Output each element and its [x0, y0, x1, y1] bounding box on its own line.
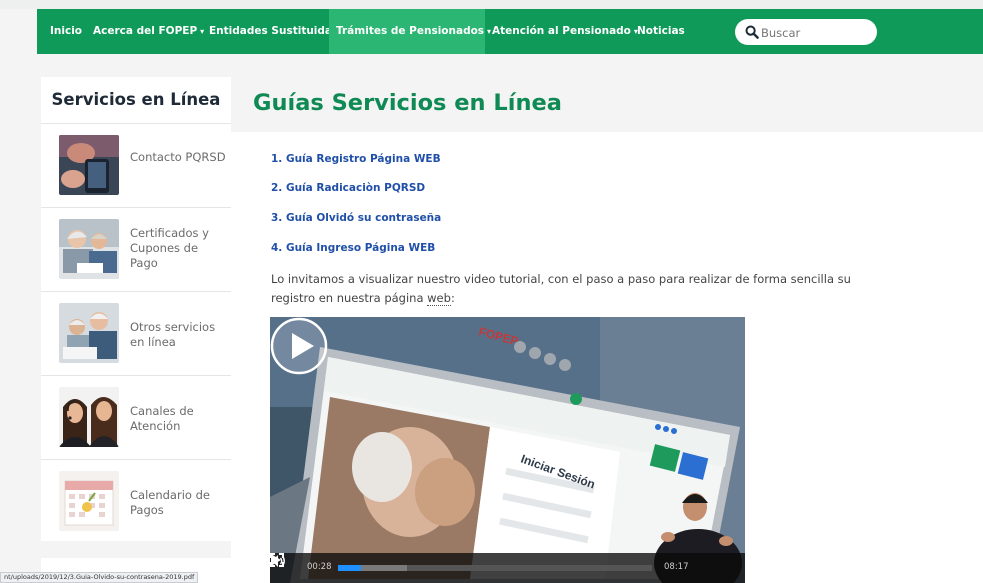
nav-tramites-label: Trámites de Pensionados: [336, 25, 485, 37]
seek-bar[interactable]: [338, 565, 652, 571]
nav-atencion-label: Atención al Pensionado: [492, 25, 631, 37]
sidebar-item-label: Canales de Atención: [130, 404, 194, 433]
sidebar-title: Servicios en Línea: [51, 90, 221, 109]
duration: 08:17: [664, 562, 689, 572]
page-header: Guías Servicios en Línea: [231, 77, 983, 132]
guide-link-radicacion[interactable]: 2. Guía Radicaciòn PQRSD: [271, 182, 425, 194]
nav-noticias-label: Noticias: [637, 25, 685, 37]
nav-tramites-de-pensionados[interactable]: Trámites de Pensionados ▾: [329, 9, 491, 54]
chevron-down-icon: ▾: [200, 27, 205, 36]
guide-link-olvido-contrasena[interactable]: 3. Guía Olvidó su contraseña: [271, 212, 441, 224]
search-input[interactable]: [761, 24, 866, 41]
sidebar-item-label: Calendario de Pagos: [130, 488, 210, 517]
intro-text: Lo invitamos a visualizar nuestro video …: [271, 272, 851, 305]
video-frame-image: FOPEP Iniciar Sesión: [270, 317, 745, 583]
sidebar-item-contacto-pqrsd[interactable]: Contacto PQRSD: [41, 123, 231, 207]
video-player[interactable]: FOPEP Iniciar Sesión 00:28 08:17: [270, 317, 745, 583]
nav-inicio[interactable]: Inicio: [50, 9, 82, 54]
intro-web-abbr: web: [427, 291, 451, 306]
chevron-down-icon: ▾: [487, 27, 492, 36]
sidebar-servicios-en-linea: Servicios en Línea Contacto PQRSD Certif…: [41, 77, 231, 541]
nav-inicio-label: Inicio: [50, 25, 83, 37]
sidebar-item-label: Otros servicios en línea: [130, 320, 216, 349]
canales-thumbnail: [59, 387, 119, 447]
sidebar-item-canales-de-atencion[interactable]: Canales de Atención: [41, 375, 231, 459]
guide-link-registro[interactable]: 1. Guía Registro Página WEB: [271, 153, 441, 165]
nav-entidades-label: Entidades Sustituidas: [209, 25, 339, 37]
current-time: 00:28: [307, 562, 332, 572]
search-icon[interactable]: [745, 25, 759, 39]
progress-bar: [338, 565, 362, 571]
guide-link-ingreso[interactable]: 4. Guía Ingreso Página WEB: [271, 242, 435, 254]
main-content: Guías Servicios en Línea 1. Guía Registr…: [231, 77, 983, 583]
sidebar-item-label: Certificados y Cupones de Pago: [130, 226, 209, 270]
nav-acerca-label: Acerca del FOPEP: [93, 25, 198, 37]
play-icon[interactable]: [270, 317, 328, 375]
intro-colon: :: [450, 291, 455, 305]
main-navbar: Inicio Acerca del FOPEP ▾ Entidades Susti…: [37, 9, 983, 54]
sidebar-item-calendario-de-pagos[interactable]: Calendario de Pagos: [41, 459, 231, 543]
nav-acerca-del-fopep[interactable]: Acerca del FOPEP ▾: [93, 9, 204, 54]
browser-status-url: nt/uploads/2019/12/3.Guia-Olvido-su-cont…: [0, 572, 199, 583]
sidebar-item-certificados[interactable]: Certificados y Cupones de Pago: [41, 207, 231, 291]
nav-atencion-al-pensionado[interactable]: Atención al Pensionado ▾: [492, 9, 638, 54]
contacto-thumbnail: [59, 135, 119, 195]
fullscreen-icon[interactable]: [270, 553, 284, 567]
intro-paragraph: Lo invitamos a visualizar nuestro video …: [271, 270, 871, 308]
sidebar-item-otros-servicios[interactable]: Otros servicios en línea: [41, 291, 231, 375]
certificados-thumbnail: [59, 219, 119, 279]
calendario-thumbnail: [59, 471, 119, 531]
video-controls: 00:28 08:17: [270, 553, 745, 583]
nav-noticias[interactable]: Noticias: [637, 9, 685, 54]
nav-entidades-sustituidas[interactable]: Entidades Sustituidas: [209, 9, 338, 54]
page-title: Guías Servicios en Línea: [253, 90, 562, 116]
otros-servicios-thumbnail: [59, 303, 119, 363]
sidebar-item-label: Contacto PQRSD: [130, 150, 226, 164]
search-box[interactable]: [735, 19, 877, 45]
browser-top-strip: [0, 0, 983, 9]
